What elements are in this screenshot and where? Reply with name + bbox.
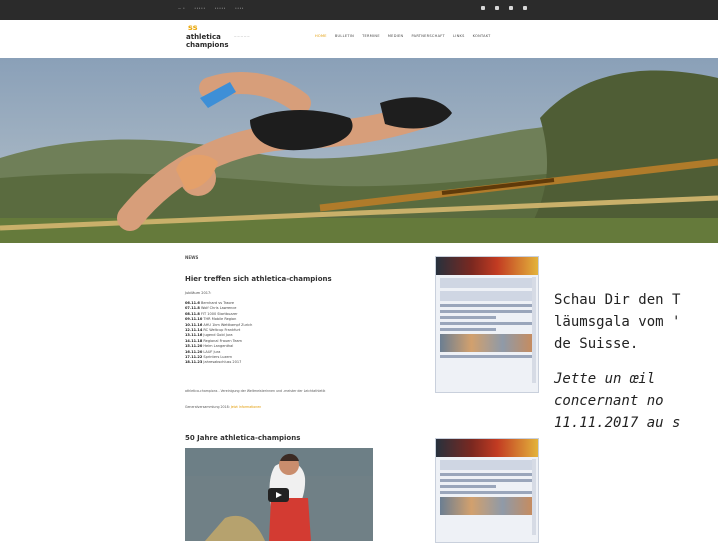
youtube-icon[interactable] [523,6,527,10]
news-subtitle: Jubiläum 2017: [185,291,212,295]
facebook-scrollbar[interactable] [532,277,536,383]
facebook-widget-2[interactable] [435,438,539,543]
play-icon[interactable] [268,488,289,502]
top-links: — • ••••• ••••• •••• [178,6,244,10]
content-area: NEWS Hier treffen sich athletica-champio… [0,243,718,543]
logo-tagline: — — — — — [234,35,250,38]
video-player[interactable] [185,448,373,541]
video-title[interactable]: 50 Jahre athletica-champions [185,434,300,442]
promo-fr-line-1: Jette un œil [554,371,656,387]
promo-de-line-3: de Suisse. [554,336,639,352]
facebook-widget-header [436,257,538,275]
menu-item-home[interactable]: HOME [315,34,327,38]
facebook-avatars [440,278,534,288]
facebook-text-line [440,479,534,482]
facebook-icon[interactable] [481,6,485,10]
promo-fr-line-3: 11.11.2017 au s [554,415,681,431]
top-link-4[interactable]: •••• [235,6,244,10]
top-bar: — • ••••• ••••• •••• [0,0,718,20]
menu-item-partnerschaft[interactable]: PARTNERSCHAFT [411,34,445,38]
facebook-text-line [440,491,534,494]
facebook-text-line [440,316,497,319]
facebook-text-line [440,355,534,358]
facebook-text-line [440,485,497,488]
facebook-post-header [440,291,534,301]
facebook-post-image [440,334,534,352]
facebook-text-line [440,328,497,331]
facebook-text-line [440,322,534,325]
social-icons [481,6,527,10]
twitter-icon[interactable] [495,6,499,10]
promo-text-fr: Jette un œil concernant no 11.11.2017 au… [554,368,718,434]
menu-item-termine[interactable]: TERMINE [362,34,380,38]
facebook-text-line [440,304,534,307]
news-note-link-row: Generalversammlung 2018: Jetzt Informati… [185,405,261,409]
menu-item-bulletin[interactable]: BULLETIN [335,34,354,38]
facebook-post-image [440,497,534,515]
news-more-link[interactable]: Jetzt Informationen [231,405,262,409]
facebook-text-line [440,473,534,476]
menu-item-kontakt[interactable]: KONTAKT [473,34,491,38]
logo-mark: ss [188,23,198,32]
event-schedule: 06.11.6 Bernhard vs Traore 07.11.8 Wolf … [185,301,370,366]
schedule-row: 18.11.23 Jahresabschluss 2017 [185,360,242,365]
site-logo[interactable]: ss athletica champions — — — — — [186,23,260,49]
facebook-scrollbar[interactable] [532,459,536,535]
top-link-2[interactable]: ••••• [194,6,205,10]
news-label: NEWS [185,255,199,260]
menu-item-medien[interactable]: MEDIEN [388,34,404,38]
promo-fr-line-2: concernant no [554,393,664,409]
news-note-prefix: Generalversammlung 2018: [185,405,231,409]
news-title[interactable]: Hier treffen sich athletica-champions [185,275,332,283]
top-link-1[interactable]: — • [178,6,185,10]
promo-de-line-2: läumsgala vom ' [554,314,681,330]
facebook-text-line [440,310,534,313]
hero-image [0,58,718,243]
menu-item-links[interactable]: LINKS [453,34,465,38]
instagram-icon[interactable] [509,6,513,10]
facebook-widget-1[interactable] [435,256,539,393]
menu-list: HOME BULLETIN TERMINE MEDIEN PARTNERSCHA… [315,34,491,38]
facebook-post-header [440,460,534,470]
promo-de-line-1: Schau Dir den T [554,292,681,308]
news-note: athletica-champions - Vereinigung der We… [185,389,326,393]
main-navigation: ss athletica champions — — — — — HOME BU… [0,20,718,58]
high-jump-photo [0,58,718,243]
promo-text-de: Schau Dir den T läumsgala vom ' de Suiss… [554,289,718,355]
top-link-3[interactable]: ••••• [215,6,226,10]
facebook-widget-header [436,439,538,457]
